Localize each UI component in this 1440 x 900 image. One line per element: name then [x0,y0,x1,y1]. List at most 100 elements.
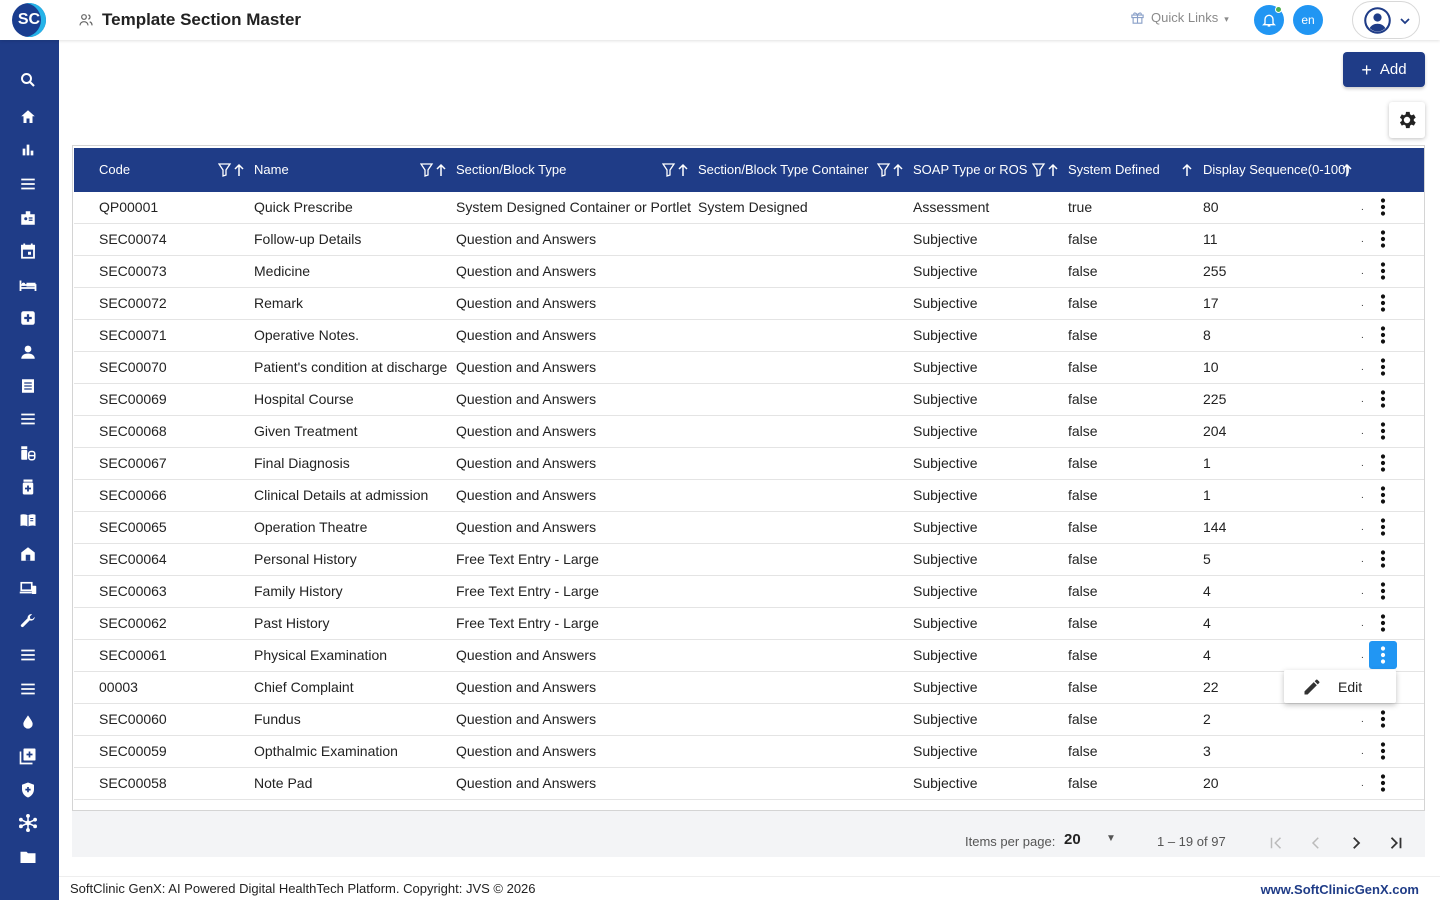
table-row[interactable]: SEC00060 Fundus Question and Answers Subjec… [74,704,1424,736]
wrench-icon[interactable] [18,611,38,631]
more-vert-icon[interactable] [1369,609,1397,637]
list-icon[interactable] [18,679,38,699]
app-logo[interactable]: SC [12,3,46,37]
cell-section-type: Question and Answers [456,647,597,663]
table-row[interactable]: SEC00072 Remark Question and Answers Subjec… [74,288,1424,320]
cell-section-type: Question and Answers [456,263,597,279]
more-vert-icon[interactable] [1369,641,1397,669]
table-row[interactable]: SEC00074 Follow-up Details Question and An… [74,224,1424,256]
table-row[interactable]: SEC00065 Operation Theatre Question and An… [74,512,1424,544]
cell-section-type: Question and Answers [456,743,597,759]
more-vert-icon[interactable] [1369,225,1397,253]
cell-section-type: Question and Answers [456,391,597,407]
receipt-icon[interactable] [18,376,38,396]
more-vert-icon[interactable] [1369,193,1397,221]
building-icon[interactable] [18,544,38,564]
home-icon[interactable] [18,107,38,127]
cell-code: SEC00068 [99,423,167,439]
table-row[interactable]: SEC00069 Hospital Course Question and Answ… [74,384,1424,416]
book-icon[interactable] [18,510,38,530]
table-row[interactable]: SEC00068 Given Treatment Question and Answ… [74,416,1424,448]
badge-icon[interactable] [18,208,38,228]
table-row[interactable]: SEC00066 Clinical Details at admission Que… [74,480,1424,512]
filter-sort-icon[interactable] [419,162,448,181]
table-row[interactable]: QP00001 Quick Prescribe System Designed Co… [74,192,1424,224]
more-vert-icon[interactable] [1369,545,1397,573]
menu-icon[interactable] [18,645,38,665]
website-link[interactable]: www.SoftClinicGenX.com [1261,882,1419,897]
cell-code: SEC00065 [99,519,167,535]
previous-page-icon[interactable] [1307,834,1325,855]
notifications-button[interactable] [1254,5,1284,35]
filter-sort-icon[interactable] [876,162,905,181]
bar-chart-icon[interactable] [18,140,38,160]
table-row[interactable]: SEC00070 Patient's condition at discharge… [74,352,1424,384]
cell-display-sequence: 255 [1203,263,1227,279]
user-menu-button[interactable] [1352,1,1420,39]
filter-sort-icon[interactable] [217,162,246,181]
table-row[interactable]: SEC00071 Operative Notes. Question and Ans… [74,320,1424,352]
more-vert-icon[interactable] [1369,321,1397,349]
next-page-icon[interactable] [1347,834,1365,855]
table-row[interactable]: SEC00073 Medicine Question and Answers Subj… [74,256,1424,288]
column-settings-button[interactable] [1389,102,1425,138]
filter-sort-icon[interactable] [1031,162,1060,181]
table-row[interactable]: SEC00058 Note Pad Question and Answers Subj… [74,768,1424,800]
more-vert-icon[interactable] [1369,449,1397,477]
more-vert-icon[interactable] [1369,705,1397,733]
column-header-name[interactable]: Name [254,148,289,192]
sort-arrow-icon[interactable] [1340,162,1354,181]
more-vert-icon[interactable] [1369,385,1397,413]
first-page-icon[interactable] [1267,834,1285,855]
medical-plus-icon[interactable] [18,308,38,328]
table-row[interactable]: SEC00062 Past History Free Text Entry - La… [74,608,1424,640]
add-button[interactable]: + Add [1343,52,1425,87]
more-vert-icon[interactable] [1369,513,1397,541]
table-row[interactable]: SEC00059 Opthalmic Examination Question an… [74,736,1424,768]
calendar-icon[interactable] [18,241,38,261]
add-box-icon[interactable] [18,746,38,766]
more-vert-icon[interactable] [1369,417,1397,445]
column-header-soap-type[interactable]: SOAP Type or ROS [913,148,1027,192]
person-icon[interactable] [18,342,38,362]
column-header-section-container[interactable]: Section/Block Type Container [698,148,868,192]
search-icon[interactable] [18,70,38,90]
column-header-code[interactable]: Code [99,148,130,192]
cell-display-sequence: 144 [1203,519,1227,535]
edit-menu-item[interactable]: Edit [1338,679,1362,695]
more-vert-icon[interactable] [1369,353,1397,381]
table-row[interactable]: 00003 Chief Complaint Question and Answers… [74,672,1424,704]
pharmacy-icon[interactable] [18,477,38,497]
items-per-page-label: Items per page: [965,834,1056,849]
list-icon[interactable] [18,409,38,429]
sort-arrow-icon[interactable] [1180,162,1194,181]
folder-icon[interactable] [18,847,38,867]
more-vert-icon[interactable] [1369,737,1397,765]
language-button[interactable]: en [1293,5,1323,35]
blood-drop-icon[interactable] [18,712,38,732]
column-header-system-defined[interactable]: System Defined [1068,148,1160,192]
more-vert-icon[interactable] [1369,257,1397,285]
bed-icon[interactable] [18,275,38,295]
cell-name: Final Diagnosis [254,455,350,471]
more-vert-icon[interactable] [1369,289,1397,317]
menu-icon[interactable] [18,174,38,194]
table-row[interactable]: SEC00067 Final Diagnosis Question and Answ… [74,448,1424,480]
more-vert-icon[interactable] [1369,769,1397,797]
column-header-display-sequence[interactable]: Display Sequence(0-100) [1203,148,1351,192]
table-row[interactable]: SEC00063 Family History Free Text Entry - … [74,576,1424,608]
hub-icon[interactable] [18,813,38,833]
last-page-icon[interactable] [1387,834,1405,855]
quick-links-dropdown[interactable]: Quick Links ▾ [1130,10,1229,25]
medication-icon[interactable] [18,443,38,463]
table-row[interactable]: SEC00064 Personal History Free Text Entry … [74,544,1424,576]
column-header-section-type[interactable]: Section/Block Type [456,148,566,192]
table-row[interactable]: SEC00061 Physical Examination Question and… [74,640,1424,672]
more-vert-icon[interactable] [1369,577,1397,605]
devices-icon[interactable] [18,578,38,598]
more-vert-icon[interactable] [1369,481,1397,509]
truncated-cell: . [1361,458,1364,469]
filter-sort-icon[interactable] [661,162,690,181]
shield-icon[interactable] [18,780,38,800]
page-size-select[interactable]: 20 ▼ [1064,831,1124,851]
